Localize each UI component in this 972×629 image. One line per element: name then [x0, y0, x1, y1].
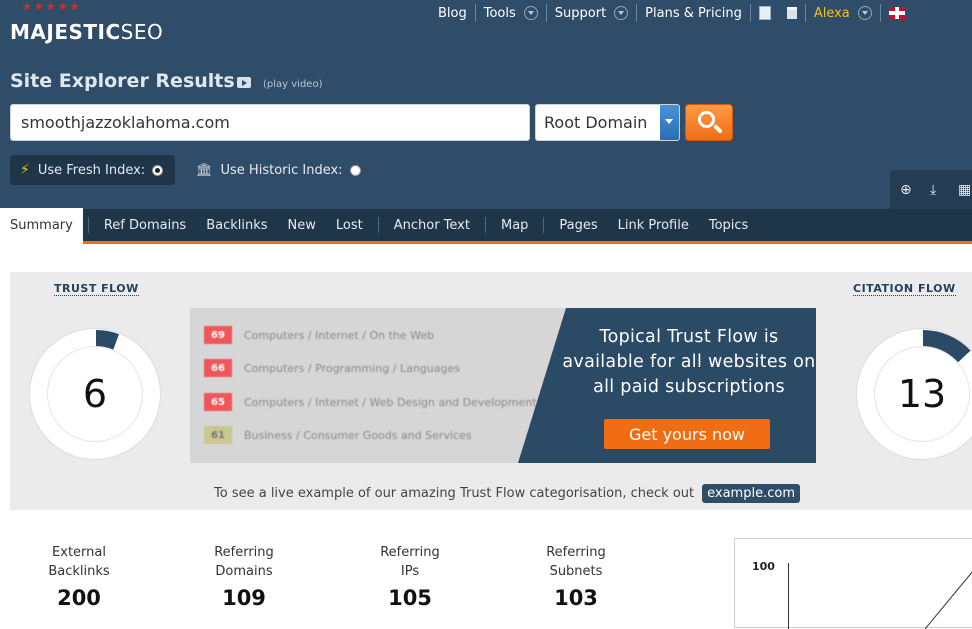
logo-stars-icon: ★★★★★ — [22, 0, 82, 13]
flow-metrics-panel: TRUST FLOW 6 69 Computers / Internet / O… — [10, 272, 972, 510]
topic-row: 61 Business / Consumer Goods and Service… — [204, 426, 472, 444]
nav-reports-button[interactable] — [751, 3, 779, 23]
topic-score-badge: 69 — [204, 326, 232, 344]
stat-value[interactable]: 105 — [340, 588, 480, 609]
trust-flow-value: 6 — [48, 347, 142, 441]
fresh-index-option[interactable]: ⚡ Use Fresh Index: — [10, 155, 175, 185]
download-icon[interactable]: ⤓ — [930, 182, 946, 198]
nav-user-menu[interactable]: Alexa — [806, 3, 880, 23]
stat-value[interactable]: 200 — [9, 588, 149, 609]
tab-ref-domains[interactable]: Ref Domains — [94, 208, 196, 243]
play-video-icon[interactable] — [237, 77, 251, 88]
tab-anchor-text[interactable]: Anchor Text — [384, 208, 480, 243]
trust-flow-label[interactable]: TRUST FLOW — [54, 282, 139, 296]
topic-score-badge: 65 — [204, 393, 232, 411]
nav-blog[interactable]: Blog — [430, 3, 475, 23]
stat-external-backlinks: External Backlinks 200 — [9, 543, 149, 609]
get-yours-now-button[interactable]: Get yours now — [604, 419, 770, 449]
domain-search-input[interactable]: smoothjazzoklahoma.com — [10, 104, 530, 141]
search-button[interactable] — [685, 104, 733, 141]
stat-referring-ips: Referring IPs 105 — [340, 543, 480, 609]
stat-value[interactable]: 103 — [506, 588, 646, 609]
tab-link-profile[interactable]: Link Profile — [608, 208, 699, 243]
historic-index-radio[interactable] — [349, 164, 361, 176]
chevron-down-icon — [614, 6, 629, 20]
uk-flag-icon — [888, 7, 905, 19]
trust-flow-gauge: 6 — [29, 328, 161, 460]
topic-score-badge: 61 — [204, 426, 232, 444]
logo-text: MAJESTICSEO — [10, 20, 164, 44]
top-navigation: Blog Tools Support Plans & Pricing Alexa — [430, 2, 913, 24]
historic-index-option[interactable]: 🏛 Use Historic Index: — [196, 155, 361, 185]
tab-lost[interactable]: Lost — [326, 208, 373, 243]
topic-score-badge: 66 — [204, 359, 232, 377]
language-selector[interactable] — [881, 3, 913, 23]
topic-row: 69 Computers / Internet / On the Web — [204, 326, 434, 344]
flow-metric-chart: 100 — [734, 538, 972, 629]
citation-flow-label[interactable]: CITATION FLOW — [853, 282, 956, 296]
topical-trust-flow-box: 69 Computers / Internet / On the Web 66 … — [190, 308, 816, 463]
upgrade-promo: Topical Trust Flow is available for all … — [518, 308, 816, 463]
bank-icon: 🏛 — [196, 162, 213, 178]
play-video-link[interactable]: (play video) — [263, 79, 322, 90]
stat-referring-domains: Referring Domains 109 — [174, 543, 314, 609]
tab-pages[interactable]: Pages — [549, 208, 607, 243]
scope-select[interactable]: Root Domain — [535, 104, 680, 141]
nav-plans[interactable]: Plans & Pricing — [637, 3, 750, 23]
example-link[interactable]: example.com — [702, 484, 800, 503]
topic-row: 66 Computers / Programming / Languages — [204, 359, 460, 377]
chevron-down-icon — [857, 6, 872, 20]
citation-flow-value: 13 — [875, 347, 969, 441]
example-note: To see a live example of our amazing Tru… — [214, 484, 800, 503]
chart-y-axis — [788, 563, 789, 629]
nav-bucket-button[interactable] — [779, 3, 805, 23]
tab-map[interactable]: Map — [491, 208, 538, 243]
chart-y-max-label: 100 — [752, 560, 775, 573]
page-title: Site Explorer Results — [10, 70, 235, 92]
majestic-logo[interactable]: ★★★★★ MAJESTICSEO — [10, 0, 164, 46]
stat-value[interactable]: 109 — [174, 588, 314, 609]
lightning-icon: ⚡ — [20, 162, 30, 178]
nav-tools[interactable]: Tools — [476, 3, 546, 23]
fresh-index-radio[interactable] — [152, 164, 164, 176]
bucket-icon — [786, 7, 797, 19]
document-icon — [758, 6, 771, 20]
toolbar-panel: ⊕ ⤓ ▦ — [890, 170, 972, 209]
promo-text: Topical Trust Flow is available for all … — [562, 327, 816, 397]
add-to-bucket-icon[interactable]: ⊕ — [900, 182, 916, 198]
stat-referring-subnets: Referring Subnets 103 — [506, 543, 646, 609]
topic-row: 65 Computers / Internet / Web Design and… — [204, 393, 537, 411]
chart-diagonal — [925, 571, 972, 629]
search-icon — [698, 111, 715, 128]
tab-summary[interactable]: Summary — [0, 207, 83, 244]
tab-new[interactable]: New — [278, 208, 326, 243]
nav-support[interactable]: Support — [547, 3, 636, 23]
tab-topics[interactable]: Topics — [699, 208, 758, 243]
dropdown-arrow-icon[interactable] — [660, 105, 679, 140]
citation-flow-gauge: 13 — [856, 328, 972, 460]
result-tabs: Summary Ref Domains Backlinks New Lost A… — [0, 207, 972, 244]
chevron-down-icon — [523, 6, 538, 20]
spreadsheet-icon[interactable]: ▦ — [958, 182, 972, 198]
tab-backlinks[interactable]: Backlinks — [196, 208, 277, 243]
